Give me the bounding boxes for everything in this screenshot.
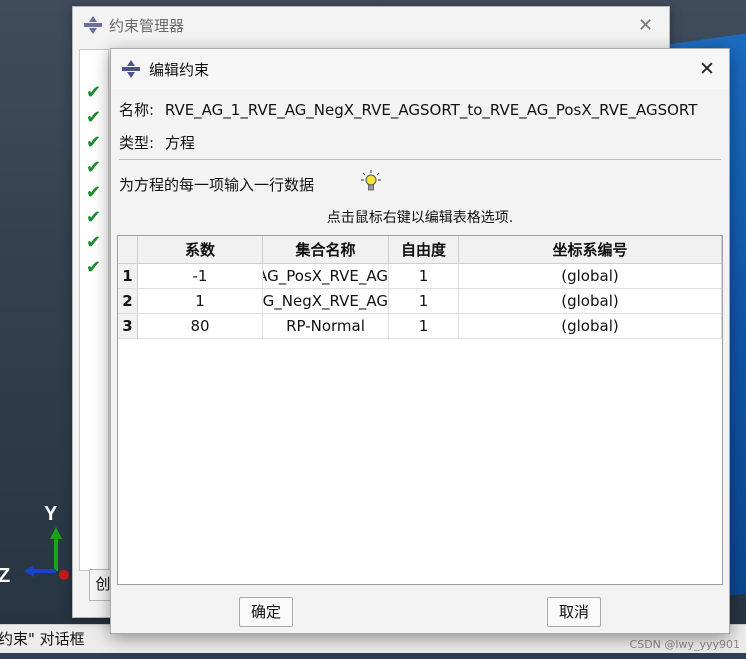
abaqus-logo-icon xyxy=(84,16,102,34)
abaqus-logo-icon xyxy=(122,60,140,78)
corner-header xyxy=(118,236,138,264)
equation-table[interactable]: 系数 集合名称 自由度 坐标系编号 1 -1 RVE_AG_PosX_RVE_A… xyxy=(117,235,723,585)
watermark: CSDN @lwy_yyy901 xyxy=(629,638,740,651)
checkmark-icon[interactable]: ✔ xyxy=(86,207,101,228)
checkmark-icon[interactable]: ✔ xyxy=(86,157,101,178)
column-header-coefficient[interactable]: 系数 xyxy=(138,236,263,264)
cell-coefficient[interactable]: 1 xyxy=(138,289,263,314)
cancel-button[interactable]: 取消 xyxy=(547,597,601,627)
type-value: 方程 xyxy=(164,134,195,152)
manager-title: 约束管理器 xyxy=(109,17,185,35)
ok-button[interactable]: 确定 xyxy=(239,597,293,627)
cell-csys[interactable]: (global) xyxy=(459,264,722,289)
hint-text: 点击鼠标右键以编辑表格选项. xyxy=(326,210,514,226)
cell-csys[interactable]: (global) xyxy=(459,314,722,339)
column-header-set-name[interactable]: 集合名称 xyxy=(263,236,389,264)
lightbulb-icon[interactable] xyxy=(361,170,381,192)
name-label: 名称: xyxy=(119,101,155,119)
cell-csys[interactable]: (global) xyxy=(459,289,722,314)
instruction-text: 为方程的每一项输入一行数据 xyxy=(119,176,315,194)
checkmark-icon[interactable]: ✔ xyxy=(86,107,101,128)
cell-set-name-text: RVE_AG_NegX_RVE_AG xyxy=(263,292,388,310)
constraint-list[interactable]: ✔ ✔ ✔ ✔ ✔ ✔ ✔ ✔ xyxy=(79,49,109,571)
edit-constraint-dialog: 编辑约束 ✕ 名称: RVE_AG_1_RVE_AG_NegX_RVE_AGSO… xyxy=(110,48,730,634)
manager-titlebar[interactable]: 约束管理器 ✕ xyxy=(73,7,669,43)
axis-label-z: Z xyxy=(0,565,11,587)
cell-set-name-text: RVE_AG_PosX_RVE_AG xyxy=(263,267,388,285)
cell-coefficient[interactable]: 80 xyxy=(138,314,263,339)
row-number[interactable]: 1 xyxy=(118,264,138,289)
cell-dof[interactable]: 1 xyxy=(389,264,459,289)
cell-set-name[interactable]: RVE_AG_NegX_RVE_AG xyxy=(263,289,389,314)
cell-dof[interactable]: 1 xyxy=(389,289,459,314)
name-row: 名称: RVE_AG_1_RVE_AG_NegX_RVE_AGSORT_to_R… xyxy=(119,99,697,120)
cell-set-name[interactable]: RVE_AG_PosX_RVE_AG xyxy=(263,264,389,289)
cell-coefficient[interactable]: -1 xyxy=(138,264,263,289)
checkmark-icon[interactable]: ✔ xyxy=(86,132,101,153)
checkmark-icon[interactable]: ✔ xyxy=(86,232,101,253)
checkmark-icon[interactable]: ✔ xyxy=(86,182,101,203)
column-header-dof[interactable]: 自由度 xyxy=(389,236,459,264)
name-value: RVE_AG_1_RVE_AG_NegX_RVE_AGSORT_to_RVE_A… xyxy=(164,101,698,119)
axis-label-y: Y xyxy=(44,503,58,525)
status-text: 约束" 对话框 xyxy=(0,630,85,648)
edit-title: 编辑约束 xyxy=(149,61,210,79)
cell-set-name[interactable]: RP-Normal xyxy=(263,314,389,339)
checkmark-icon[interactable]: ✔ xyxy=(86,257,101,278)
column-header-csys[interactable]: 坐标系编号 xyxy=(459,236,722,264)
divider xyxy=(119,159,721,160)
edit-titlebar[interactable]: 编辑约束 ✕ xyxy=(111,49,729,89)
checkmark-icon[interactable]: ✔ xyxy=(86,82,101,103)
close-icon[interactable]: ✕ xyxy=(638,15,653,36)
row-number[interactable]: 3 xyxy=(118,314,138,339)
type-label: 类型: xyxy=(119,134,155,152)
type-row: 类型: 方程 xyxy=(119,132,195,153)
row-number[interactable]: 2 xyxy=(118,289,138,314)
axis-triad-icon xyxy=(24,527,69,580)
cell-dof[interactable]: 1 xyxy=(389,314,459,339)
close-icon[interactable]: ✕ xyxy=(699,58,715,80)
